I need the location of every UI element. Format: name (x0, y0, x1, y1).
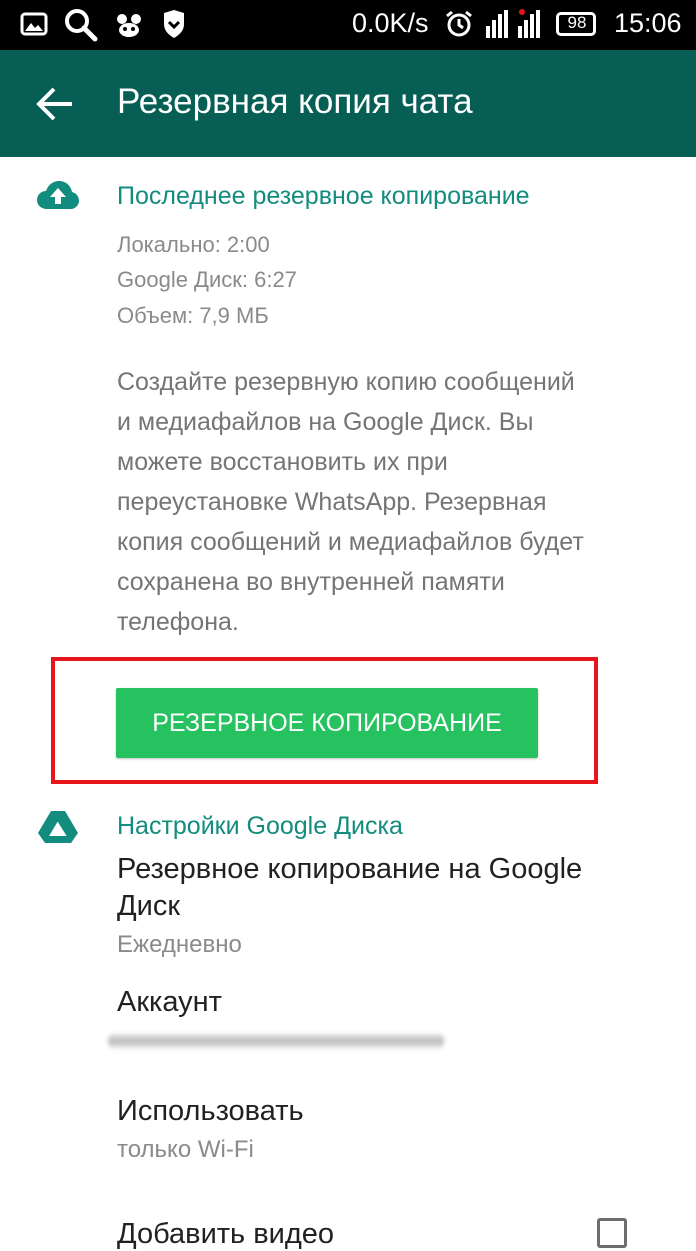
cloud-upload-icon (37, 181, 79, 209)
drive-backup-time: Google Диск: 6:27 (117, 267, 297, 292)
redacted-account-value (108, 1032, 444, 1050)
search-icon (65, 9, 98, 42)
gallery-icon (20, 12, 48, 36)
backup-description: Создайте резервную копию сообщений и мед… (117, 362, 662, 642)
network-speed: 0.0K/s (352, 8, 429, 38)
signal-icon (486, 9, 540, 38)
drive-settings-title: Настройки Google Диска (117, 812, 403, 840)
app-icon (117, 14, 141, 37)
use-network-value: только Wi-Fi (117, 1136, 254, 1163)
backup-frequency-value: Ежедневно (117, 931, 242, 958)
use-network-title: Использовать (117, 1095, 304, 1127)
description-line: копия сообщений и медиафайлов будет (117, 528, 584, 556)
page-title: Резервная копия чата (117, 82, 473, 121)
include-videos-checkbox[interactable] (597, 1218, 627, 1248)
app-bar: Резервная копия чата (0, 50, 696, 157)
description-line: переустановке WhatsApp. Резервная (117, 488, 547, 516)
status-bar: 0.0K/s 98 15:06 (0, 0, 696, 50)
back-arrow-icon[interactable] (36, 85, 74, 123)
backup-button[interactable]: РЕЗЕРВНОЕ КОПИРОВАНИЕ (116, 688, 538, 758)
alarm-icon (446, 10, 472, 37)
account-title: Аккаунт (117, 986, 222, 1018)
description-line: можете восстановить их при (117, 448, 448, 476)
local-backup-time: Локально: 2:00 (117, 232, 270, 257)
description-line: сохранена во внутренней памяти (117, 568, 505, 596)
description-line: Создайте резервную копию сообщений (117, 368, 575, 396)
shield-icon (164, 10, 184, 38)
last-backup-title: Последнее резервное копирование (117, 182, 530, 210)
backup-size: Объем: 7,9 МБ (117, 303, 269, 328)
battery-level: 98 (567, 13, 587, 32)
description-line: и медиафайлов на Google Диск. Вы (117, 408, 534, 436)
clock: 15:06 (614, 8, 682, 38)
include-videos-title: Добавить видео (117, 1218, 335, 1250)
google-drive-icon (38, 811, 78, 843)
backup-to-drive-title-line1: Резервное копирование на Google (117, 853, 583, 885)
description-line: телефона. (117, 608, 239, 636)
backup-to-drive-title-line2: Диск (117, 890, 181, 922)
